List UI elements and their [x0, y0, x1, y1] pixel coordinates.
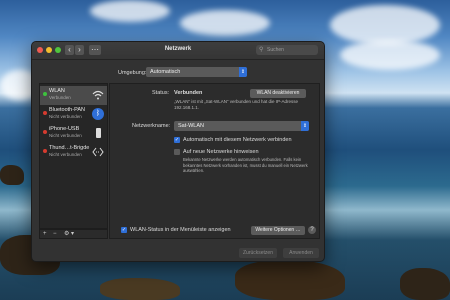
wifi-icon [92, 89, 104, 101]
ask-new-networks-checkbox[interactable] [174, 149, 180, 155]
service-name: Thund…t-Brigde [49, 145, 90, 151]
wlan-off-button[interactable]: WLAN deaktivieren [250, 89, 306, 98]
advanced-button[interactable]: Weitere Optionen … [251, 226, 305, 235]
status-label: Status: [152, 90, 170, 96]
status-dot [43, 130, 47, 134]
search-field[interactable]: ⚲ Suchen [256, 45, 318, 55]
location-select[interactable]: Automatisch ⇕ [146, 67, 247, 77]
location-label: Umgebung: [118, 70, 147, 76]
service-status: Verbunden [49, 95, 71, 100]
network-name-label: Netzwerkname: [132, 123, 171, 129]
search-icon: ⚲ [259, 47, 264, 53]
apply-button[interactable]: Anwenden [283, 248, 319, 258]
revert-button[interactable]: Zurücksetzen [239, 248, 277, 258]
service-status: Nicht verbunden [49, 152, 82, 157]
add-service-button[interactable]: + [43, 230, 47, 238]
bluetooth-icon: ᛒ [92, 108, 104, 120]
chevron-updown-icon: ⇕ [239, 67, 247, 77]
ask-new-networks-note: Bekannte Netzwerke werden automatisch ve… [183, 157, 308, 173]
service-item-iphone-usb[interactable]: iPhone-USB Nicht verbunden [40, 124, 107, 143]
status-dot [43, 92, 47, 96]
service-name: iPhone-USB [49, 126, 80, 132]
show-in-menubar-label: WLAN-Status in der Menüleiste anzeigen [130, 227, 231, 233]
show-in-menubar-checkbox[interactable]: ✓ [121, 227, 127, 233]
service-item-bluetooth-pan[interactable]: Bluetooth-PAN Nicht verbunden ᛒ [40, 105, 107, 124]
service-item-thunderbolt-bridge[interactable]: Thund…t-Brigde Nicht verbunden [40, 143, 107, 162]
service-name: Bluetooth-PAN [49, 107, 85, 113]
service-name: WLAN [49, 88, 65, 94]
service-status: Nicht verbunden [49, 114, 82, 119]
thunderbolt-bridge-icon [92, 146, 104, 158]
status-dot [43, 111, 47, 115]
auto-join-label: Automatisch mit diesem Netzwerk verbinde… [183, 137, 292, 143]
network-preferences-window: ‹ › ⋯ Netzwerk ⚲ Suchen Umgebung: Automa… [31, 41, 325, 262]
ask-new-networks-label: Auf neue Netzwerke hinweisen [183, 149, 259, 155]
location-value: Automatisch [150, 69, 181, 75]
help-button[interactable]: ? [308, 226, 316, 234]
phone-icon [92, 127, 104, 139]
service-status: Nicht verbunden [49, 133, 82, 138]
search-placeholder: Suchen [267, 47, 284, 53]
service-item-wlan[interactable]: WLAN Verbunden [40, 86, 107, 105]
auto-join-checkbox[interactable]: ✓ [174, 137, 180, 143]
status-value: Verbunden [174, 90, 203, 96]
service-list: WLAN Verbunden Bluetooth-PAN Nicht verbu… [39, 83, 108, 229]
network-name-value: Sat-WLAN [178, 123, 204, 129]
sidebar-toolbar: + − ⚙ ▾ [39, 229, 108, 239]
detail-panel: Status: Verbunden WLAN deaktivieren „WLA… [109, 83, 320, 239]
status-dot [43, 149, 47, 153]
remove-service-button[interactable]: − [53, 230, 57, 238]
network-name-select[interactable]: Sat-WLAN ⇕ [174, 121, 309, 131]
gear-icon[interactable]: ⚙ ▾ [64, 230, 74, 238]
chevron-updown-icon: ⇕ [301, 121, 309, 131]
title-bar: ‹ › ⋯ Netzwerk ⚲ Suchen [32, 42, 324, 60]
status-description: „WLAN“ ist mit „Sat-WLAN“ verbunden und … [174, 99, 299, 110]
